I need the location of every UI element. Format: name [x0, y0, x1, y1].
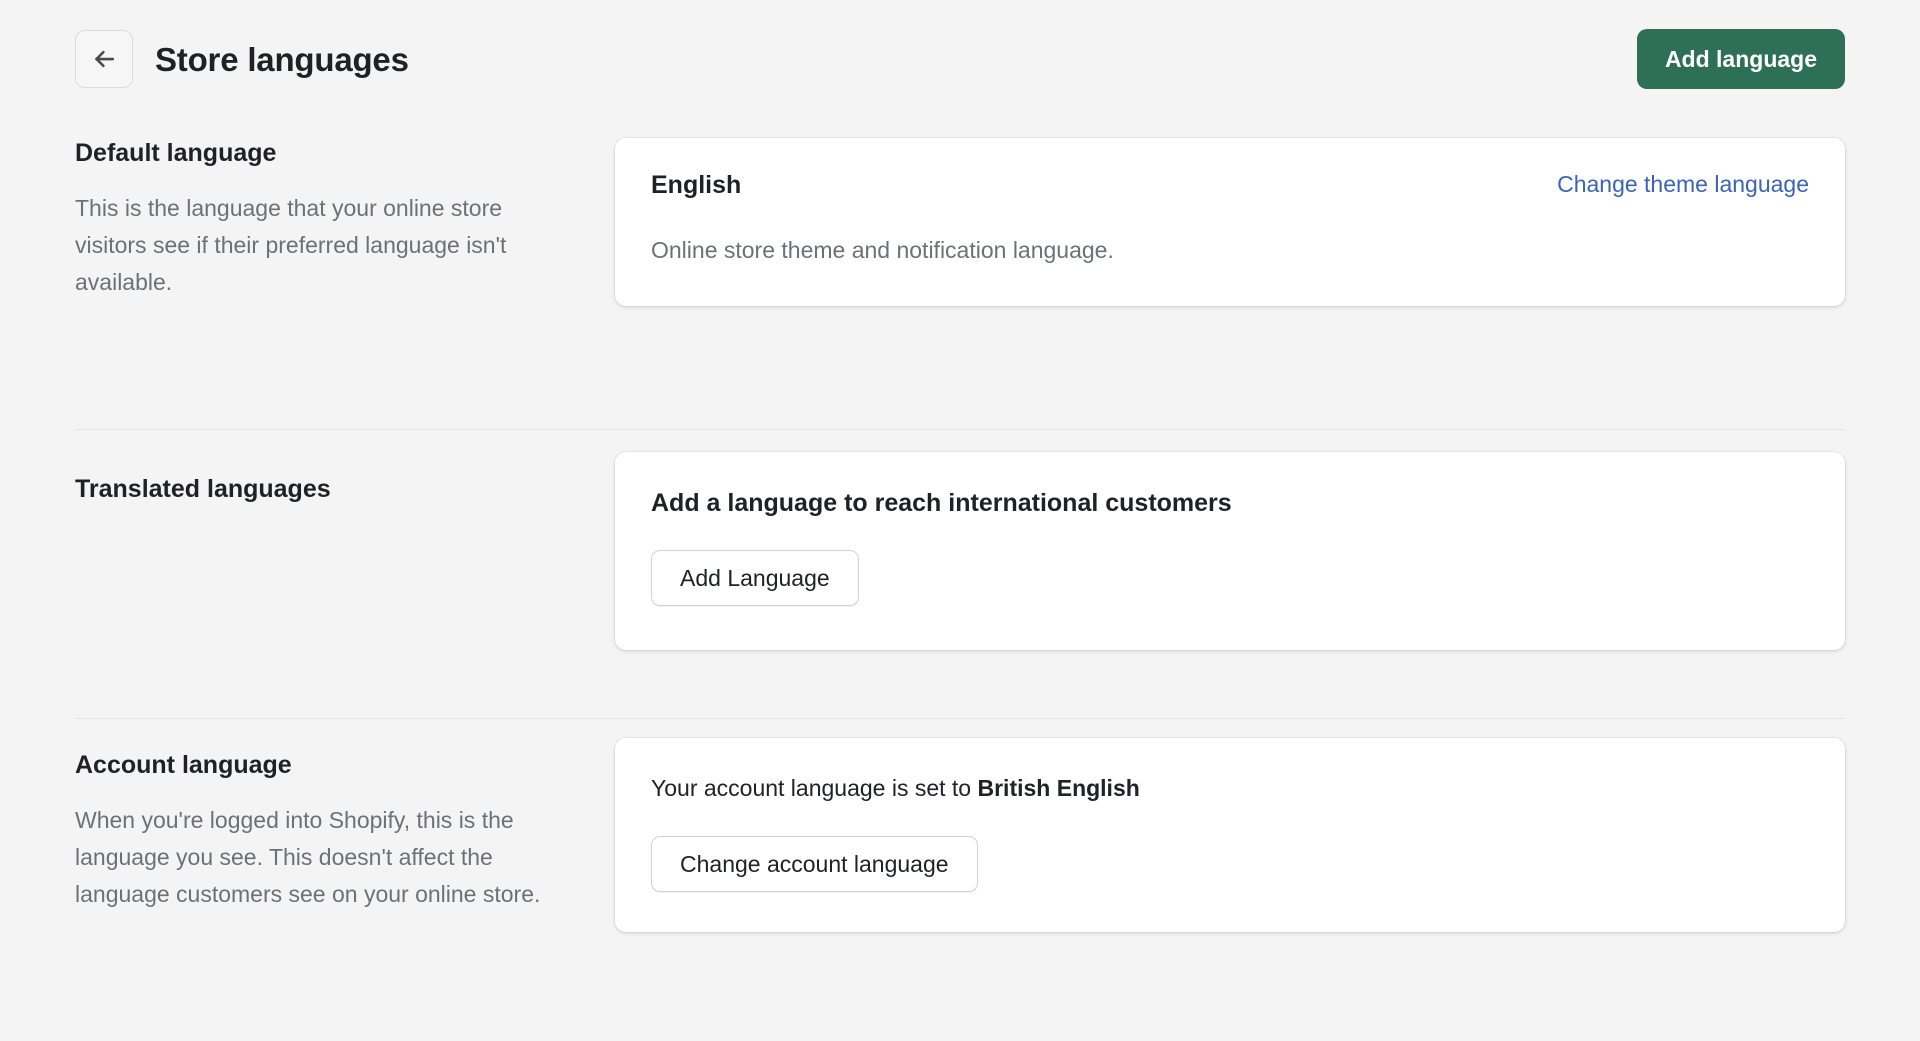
translated-languages-aside: Translated languages: [75, 452, 615, 526]
arrow-left-icon: [89, 44, 119, 74]
account-language-value: British English: [977, 775, 1140, 801]
page-header: Store languages Add language: [0, 0, 1920, 118]
translated-languages-card-heading: Add a language to reach international cu…: [651, 489, 1232, 517]
default-language-card-subtext: Online store theme and notification lang…: [651, 237, 1114, 263]
header-left-group: Store languages: [75, 30, 409, 88]
account-language-status-prefix: Your account language is set to: [651, 775, 978, 801]
translated-languages-heading: Translated languages: [75, 475, 331, 503]
default-language-card-row: English Change theme language: [651, 170, 1809, 200]
account-language-heading: Account language: [75, 751, 292, 779]
account-language-description: When you're logged into Shopify, this is…: [75, 807, 541, 907]
translated-languages-card: Add a language to reach international cu…: [615, 452, 1845, 650]
default-language-aside: Default language This is the language th…: [75, 138, 615, 301]
change-theme-language-link[interactable]: Change theme language: [1557, 171, 1809, 199]
section-divider-2: [75, 718, 1845, 719]
default-language-description: This is the language that your online st…: [75, 195, 507, 295]
default-language-value: English: [651, 171, 742, 199]
page-title: Store languages: [155, 40, 409, 78]
account-language-aside: Account language When you're logged into…: [75, 738, 615, 913]
add-language-card-button[interactable]: Add Language: [651, 550, 859, 606]
section-default-language: Default language This is the language th…: [0, 138, 1920, 306]
default-language-heading: Default language: [75, 139, 277, 167]
account-language-card: Your account language is set to British …: [615, 738, 1845, 932]
section-account-language: Account language When you're logged into…: [0, 738, 1920, 932]
account-language-action-row: Change account language: [651, 835, 1809, 892]
section-divider-1: [75, 429, 1845, 430]
account-language-status: Your account language is set to British …: [651, 774, 1809, 804]
section-translated-languages: Translated languages Add a language to r…: [0, 452, 1920, 650]
translated-languages-action-row: Add Language: [651, 550, 1809, 606]
store-languages-page: Store languages Add language Default lan…: [0, 0, 1920, 1041]
back-button[interactable]: [75, 30, 133, 88]
default-language-card: English Change theme language Online sto…: [615, 138, 1845, 306]
add-language-button[interactable]: Add language: [1636, 29, 1845, 89]
change-account-language-button[interactable]: Change account language: [651, 835, 978, 892]
